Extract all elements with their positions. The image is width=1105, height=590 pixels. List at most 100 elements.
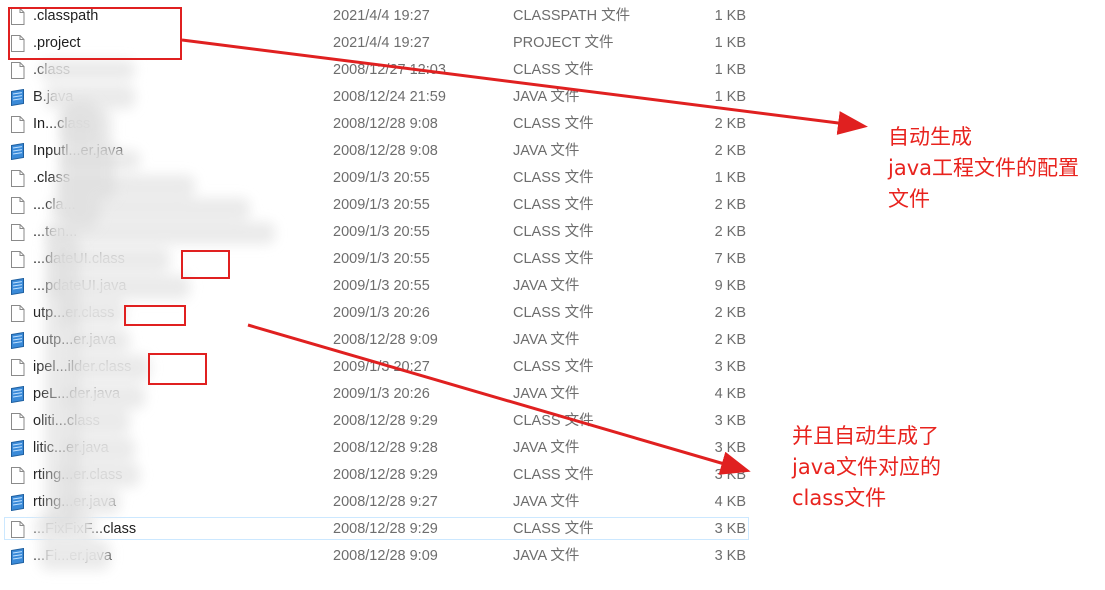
file-size: 1 KB bbox=[714, 62, 746, 78]
file-type: PROJECT 文件 bbox=[513, 35, 614, 51]
annotation-class-files: 并且自动生成了 java文件对应的 class文件 bbox=[792, 421, 941, 514]
file-name: ...ten... bbox=[33, 224, 78, 240]
file-date: 2008/12/28 9:29 bbox=[333, 521, 438, 537]
file-type: CLASS 文件 bbox=[513, 170, 594, 186]
file-name: litic...er.java bbox=[33, 440, 109, 456]
java-file-icon bbox=[10, 331, 25, 350]
file-row[interactable]: rting...er.java 2008/12/28 9:27 JAVA 文件 4 K… bbox=[0, 489, 760, 516]
document-icon bbox=[10, 170, 25, 187]
file-size: 3 KB bbox=[714, 548, 746, 564]
file-row[interactable]: B.java 2008/12/24 21:59 JAVA 文件 1 KB bbox=[0, 84, 760, 111]
file-type: CLASS 文件 bbox=[513, 116, 594, 132]
file-row[interactable]: ...ten... 2009/1/3 20:55 CLASS 文件 2 KB bbox=[0, 219, 760, 246]
file-row[interactable]: ...FixFixF...class 2008/12/28 9:29 CLASS 文… bbox=[0, 516, 760, 543]
java-file-icon bbox=[10, 439, 25, 458]
document-icon bbox=[10, 116, 25, 133]
java-file-icon bbox=[10, 142, 25, 161]
file-type: CLASS 文件 bbox=[513, 197, 594, 213]
file-size: 3 KB bbox=[714, 359, 746, 375]
file-type: CLASS 文件 bbox=[513, 359, 594, 375]
file-row[interactable]: In...class 2008/12/28 9:08 CLASS 文件 2 KB bbox=[0, 111, 760, 138]
document-icon bbox=[10, 359, 25, 376]
file-name: oliti...class bbox=[33, 413, 100, 429]
file-type: JAVA 文件 bbox=[513, 494, 580, 510]
file-row[interactable]: ...cla... 2009/1/3 20:55 CLASS 文件 2 KB bbox=[0, 192, 760, 219]
file-date: 2009/1/3 20:55 bbox=[333, 197, 430, 213]
file-date: 2009/1/3 20:26 bbox=[333, 305, 430, 321]
file-row[interactable]: rting...er.class 2008/12/28 9:29 CLASS 文件 3… bbox=[0, 462, 760, 489]
file-date: 2021/4/4 19:27 bbox=[333, 8, 430, 24]
document-icon bbox=[10, 305, 25, 322]
file-row[interactable]: Inputl...er.java 2008/12/28 9:08 JAVA 文件 2 … bbox=[0, 138, 760, 165]
file-row[interactable]: oliti...class 2008/12/28 9:29 CLASS 文件 3 KB bbox=[0, 408, 760, 435]
annotation-line: 自动生成 bbox=[888, 125, 972, 149]
file-date: 2021/4/4 19:27 bbox=[333, 35, 430, 51]
file-date: 2008/12/28 9:27 bbox=[333, 494, 438, 510]
file-size: 3 KB bbox=[714, 413, 746, 429]
file-type: JAVA 文件 bbox=[513, 386, 580, 402]
file-row[interactable]: litic...er.java 2008/12/28 9:28 JAVA 文件 3 K… bbox=[0, 435, 760, 462]
file-size: 2 KB bbox=[714, 143, 746, 159]
document-icon bbox=[10, 521, 25, 538]
file-row[interactable]: peL...der.java 2009/1/3 20:26 JAVA 文件 4 KB bbox=[0, 381, 760, 408]
annotation-config-files: 自动生成 java工程文件的配置 文件 bbox=[888, 122, 1079, 215]
file-name: ...Fi...er.java bbox=[33, 548, 112, 564]
file-type: JAVA 文件 bbox=[513, 143, 580, 159]
file-date: 2008/12/24 21:59 bbox=[333, 89, 446, 105]
file-name: rting...er.java bbox=[33, 494, 117, 510]
file-size: 2 KB bbox=[714, 197, 746, 213]
file-type: JAVA 文件 bbox=[513, 89, 580, 105]
file-size: 1 KB bbox=[714, 35, 746, 51]
file-date: 2008/12/27 12:03 bbox=[333, 62, 446, 78]
file-list: .classpath 2021/4/4 19:27 CLASSPATH 文件 1 KB… bbox=[0, 3, 760, 570]
file-type: CLASS 文件 bbox=[513, 251, 594, 267]
highlight-box-config-files bbox=[8, 7, 182, 60]
file-type: CLASS 文件 bbox=[513, 467, 594, 483]
file-name: .class bbox=[33, 62, 71, 78]
highlight-box-class-3 bbox=[148, 353, 207, 385]
annotation-line: java文件对应的 bbox=[792, 455, 941, 479]
file-size: 4 KB bbox=[714, 386, 746, 402]
file-date: 2008/12/28 9:09 bbox=[333, 332, 438, 348]
highlight-box-class-2 bbox=[124, 305, 186, 326]
document-icon bbox=[10, 62, 25, 79]
file-row[interactable]: .class 2009/1/3 20:55 CLASS 文件 1 KB bbox=[0, 165, 760, 192]
file-date: 2008/12/28 9:29 bbox=[333, 467, 438, 483]
file-name: outp...er.java bbox=[33, 332, 117, 348]
document-icon bbox=[10, 251, 25, 268]
file-row[interactable]: ...dateUI.class 2009/1/3 20:55 CLASS 文件 7 K… bbox=[0, 246, 760, 273]
file-row[interactable]: outp...er.java 2008/12/28 9:09 JAVA 文件 2 KB bbox=[0, 327, 760, 354]
java-file-icon bbox=[10, 385, 25, 404]
file-type: JAVA 文件 bbox=[513, 332, 580, 348]
document-icon bbox=[10, 413, 25, 430]
highlight-box-class-1 bbox=[181, 250, 230, 279]
file-name: ipel...ilder.class bbox=[33, 359, 132, 375]
file-date: 2009/1/3 20:55 bbox=[333, 170, 430, 186]
file-size: 1 KB bbox=[714, 8, 746, 24]
file-size: 2 KB bbox=[714, 116, 746, 132]
file-row[interactable]: .class 2008/12/27 12:03 CLASS 文件 1 KB bbox=[0, 57, 760, 84]
file-row[interactable]: utp...er.class 2009/1/3 20:26 CLASS 文件 2 KB bbox=[0, 300, 760, 327]
file-row[interactable]: ...pdateUI.java 2009/1/3 20:55 JAVA 文件 9 KB bbox=[0, 273, 760, 300]
file-row[interactable]: ...Fi...er.java 2008/12/28 9:09 JAVA 文件 3 K… bbox=[0, 543, 760, 570]
file-name: ...dateUI.class bbox=[33, 251, 125, 267]
document-icon bbox=[10, 224, 25, 241]
file-name: Inputl...er.java bbox=[33, 143, 124, 159]
java-file-icon bbox=[10, 88, 25, 107]
file-type: CLASS 文件 bbox=[513, 413, 594, 429]
file-size: 4 KB bbox=[714, 494, 746, 510]
file-name: utp...er.class bbox=[33, 305, 115, 321]
file-name: In...class bbox=[33, 116, 91, 132]
file-date: 2008/12/28 9:28 bbox=[333, 440, 438, 456]
file-date: 2009/1/3 20:55 bbox=[333, 224, 430, 240]
file-type: JAVA 文件 bbox=[513, 440, 580, 456]
file-name: rting...er.class bbox=[33, 467, 123, 483]
file-size: 9 KB bbox=[714, 278, 746, 294]
file-date: 2008/12/28 9:08 bbox=[333, 143, 438, 159]
file-row[interactable]: ipel...ilder.class 2009/1/3 20:27 CLASS 文件… bbox=[0, 354, 760, 381]
java-file-icon bbox=[10, 277, 25, 296]
file-type: CLASS 文件 bbox=[513, 305, 594, 321]
file-size: 2 KB bbox=[714, 305, 746, 321]
file-name: ...FixFixF...class bbox=[33, 521, 137, 537]
annotation-line: java工程文件的配置 bbox=[888, 156, 1079, 180]
